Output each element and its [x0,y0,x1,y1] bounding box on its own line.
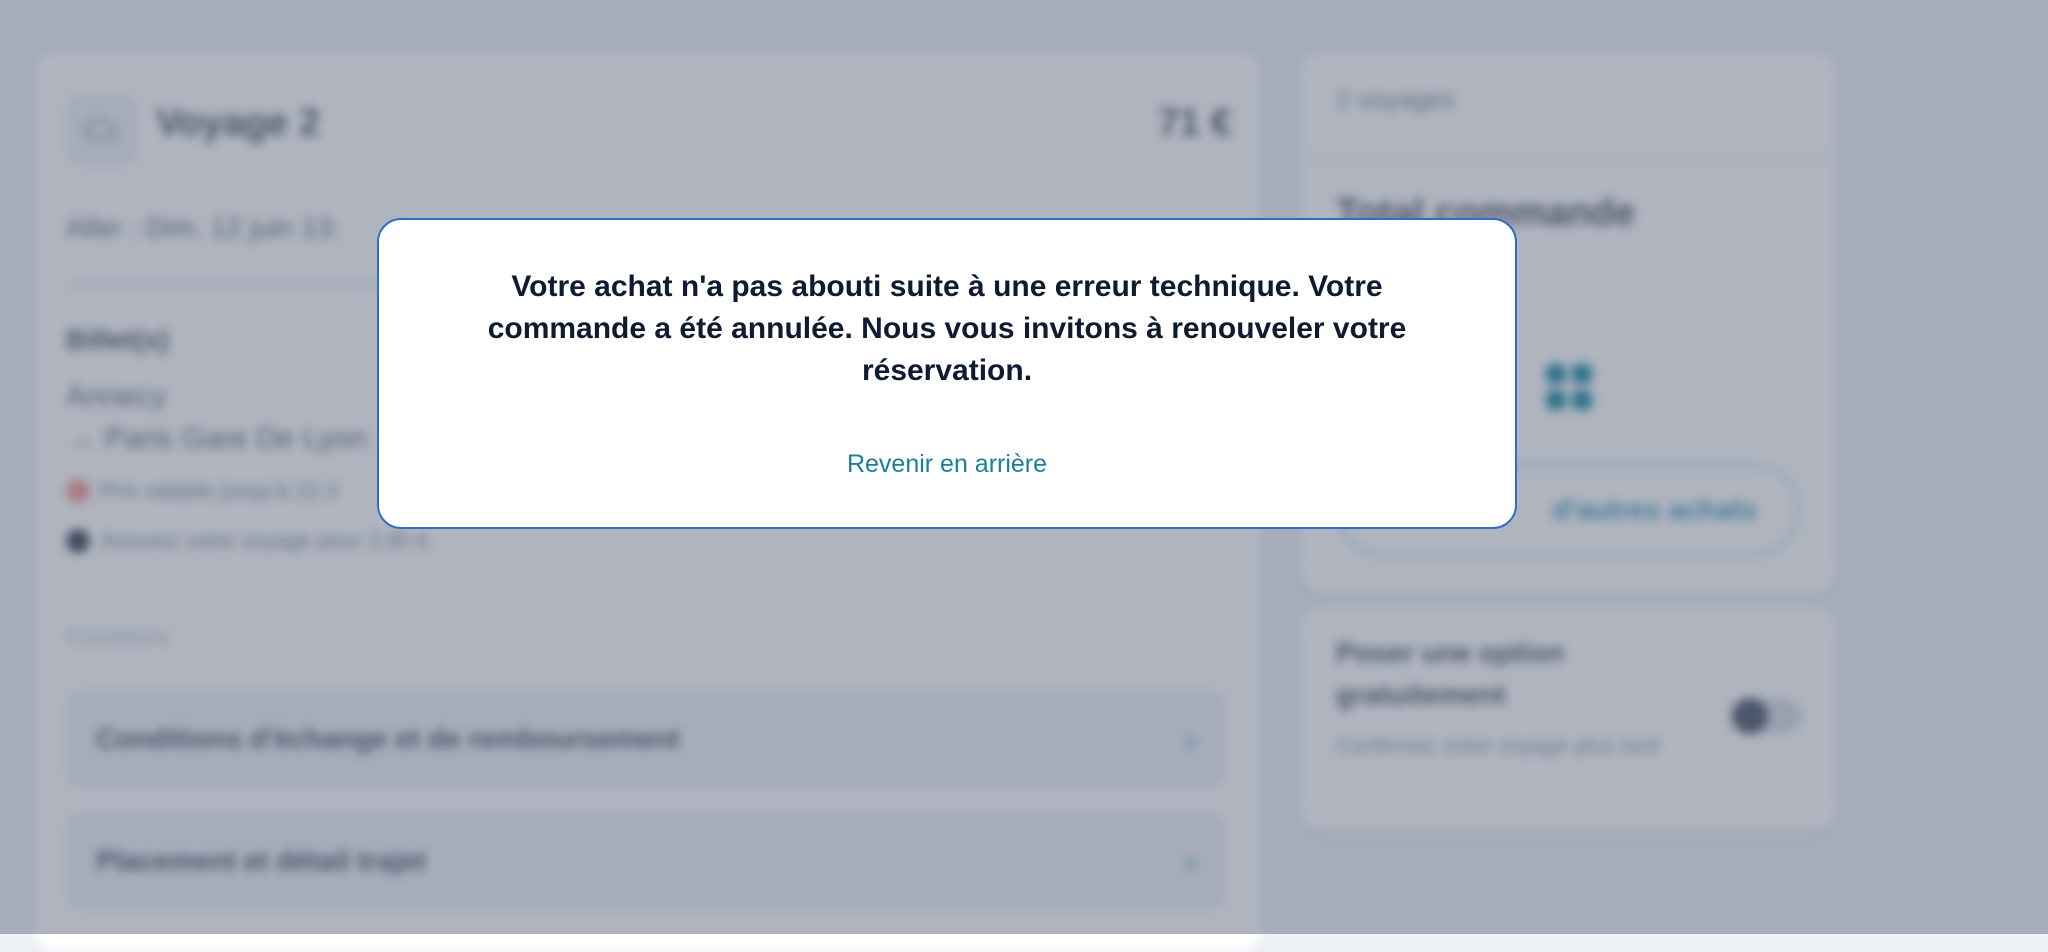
error-message: Votre achat n'a pas abouti suite à une e… [487,270,1407,387]
go-back-link[interactable]: Revenir en arrière [379,450,1515,479]
error-dialog: Votre achat n'a pas abouti suite à une e… [377,218,1517,529]
